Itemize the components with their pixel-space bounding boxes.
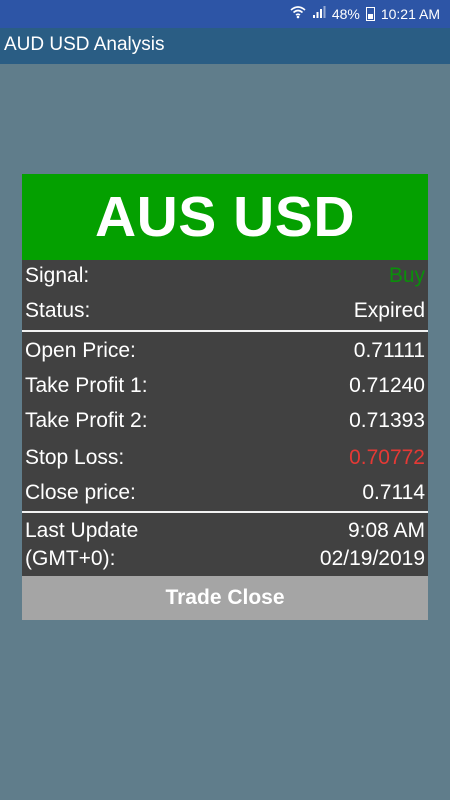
open-price-value: 0.71111 bbox=[353, 339, 425, 362]
app-bar: AUD USD Analysis bbox=[0, 28, 450, 64]
close-price-row: Close price: 0.7114 bbox=[22, 477, 428, 511]
last-update-date: 02/19/2019 bbox=[319, 547, 425, 570]
status-value: Expired bbox=[353, 299, 425, 322]
signal-row: Signal: Buy bbox=[22, 260, 428, 294]
take-profit-1-row: Take Profit 1: 0.71240 bbox=[22, 370, 428, 404]
timezone-label: (GMT+0): bbox=[25, 547, 116, 570]
open-price-row: Open Price: 0.71111 bbox=[22, 335, 428, 369]
take-profit-2-label: Take Profit 2: bbox=[25, 409, 148, 432]
take-profit-1-label: Take Profit 1: bbox=[25, 374, 148, 397]
trade-close-label: Trade Close bbox=[165, 586, 285, 609]
status-row: Status: Expired bbox=[22, 295, 428, 329]
close-price-label: Close price: bbox=[25, 481, 136, 504]
last-update-block: Last Update (GMT+0): 9:08 AM 02/19/2019 bbox=[22, 517, 428, 575]
close-price-value: 0.7114 bbox=[362, 481, 425, 504]
last-update-time: 9:08 AM bbox=[347, 519, 425, 542]
take-profit-2-value: 0.71393 bbox=[349, 409, 425, 432]
divider bbox=[22, 330, 428, 332]
signal-value: Buy bbox=[388, 264, 425, 287]
trade-close-button[interactable]: Trade Close bbox=[22, 576, 428, 620]
stop-loss-value: 0.70772 bbox=[349, 446, 425, 469]
wifi-icon bbox=[290, 5, 306, 22]
battery-icon bbox=[365, 6, 375, 21]
stop-loss-row: Stop Loss: 0.70772 bbox=[22, 442, 428, 476]
open-price-label: Open Price: bbox=[25, 339, 136, 362]
clock: 10:21 AM bbox=[380, 5, 440, 22]
pair-title: AUS USD bbox=[94, 185, 356, 249]
take-profit-1-value: 0.71240 bbox=[349, 374, 425, 397]
pair-header: AUS USD bbox=[22, 174, 428, 260]
last-update-label: Last Update bbox=[25, 519, 139, 542]
status-label: Status: bbox=[25, 299, 91, 322]
stop-loss-label: Stop Loss: bbox=[25, 446, 125, 469]
signal-label: Signal: bbox=[25, 264, 90, 287]
signal-strength-icon bbox=[312, 5, 326, 22]
signal-card: AUS USD Signal: Buy Status: Expired Open… bbox=[22, 174, 428, 620]
status-bar: 48% 10:21 AM bbox=[0, 0, 450, 28]
divider bbox=[22, 511, 428, 513]
take-profit-2-row: Take Profit 2: 0.71393 bbox=[22, 405, 428, 439]
battery-percent: 48% bbox=[331, 5, 360, 22]
app-title: AUD USD Analysis bbox=[4, 34, 165, 55]
